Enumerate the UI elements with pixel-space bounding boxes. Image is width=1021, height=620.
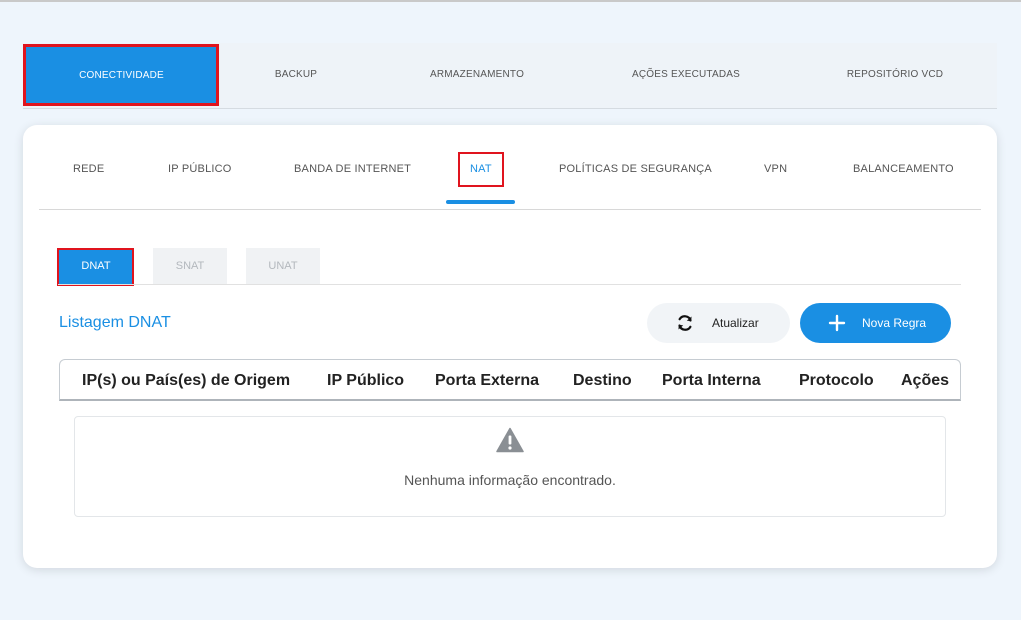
- inner-tab-unat[interactable]: UNAT: [246, 248, 320, 284]
- table-header: IP(s) ou País(es) de Origem IP Público P…: [59, 359, 961, 401]
- inner-tab-divider: [58, 284, 961, 285]
- list-title: Listagem DNAT: [59, 314, 171, 331]
- empty-state: Nenhuma informação encontrado.: [74, 416, 946, 517]
- tab-repositorio-vcd[interactable]: REPOSITÓRIO VCD: [835, 43, 955, 106]
- column-header-protocolo[interactable]: Protocolo: [799, 372, 874, 390]
- subtab-banda-de-internet[interactable]: BANDA DE INTERNET: [294, 163, 411, 175]
- tab-backup[interactable]: BACKUP: [256, 43, 336, 106]
- empty-message: Nenhuma informação encontrado.: [404, 472, 616, 488]
- window-top-border: [0, 0, 1021, 2]
- new-rule-button[interactable]: Nova Regra: [800, 303, 951, 343]
- tab-armazenamento[interactable]: ARMAZENAMENTO: [417, 43, 537, 106]
- subtab-nat[interactable]: NAT: [470, 163, 492, 175]
- subtab-politicas-de-seguranca[interactable]: POLÍTICAS DE SEGURANÇA: [559, 163, 712, 175]
- column-header-ip-publico[interactable]: IP Público: [327, 372, 404, 390]
- column-header-destino[interactable]: Destino: [573, 372, 632, 390]
- subtab-divider: [39, 209, 981, 210]
- refresh-label: Atualizar: [712, 316, 759, 330]
- inner-tab-snat[interactable]: SNAT: [153, 248, 227, 284]
- tab-conectividade[interactable]: CONECTIVIDADE: [26, 46, 217, 104]
- warning-icon: [496, 427, 524, 453]
- subtab-ip-publico[interactable]: IP PÚBLICO: [168, 163, 232, 175]
- inner-tab-dnat[interactable]: DNAT: [59, 248, 133, 284]
- active-subtab-indicator: [446, 200, 515, 204]
- refresh-button[interactable]: Atualizar: [647, 303, 790, 343]
- tab-acoes-executadas[interactable]: AÇÕES EXECUTADAS: [621, 43, 751, 106]
- column-header-origem[interactable]: IP(s) ou País(es) de Origem: [82, 372, 290, 390]
- top-tab-bar: CONECTIVIDADE BACKUP ARMAZENAMENTO AÇÕES…: [23, 43, 997, 109]
- subtab-vpn[interactable]: VPN: [764, 163, 787, 175]
- plus-icon: [828, 314, 846, 332]
- subtab-balanceamento[interactable]: BALANCEAMENTO: [853, 163, 954, 175]
- subtab-rede[interactable]: REDE: [73, 163, 104, 175]
- column-header-porta-interna[interactable]: Porta Interna: [662, 372, 761, 390]
- new-rule-label: Nova Regra: [862, 316, 927, 330]
- refresh-icon: [678, 315, 692, 331]
- column-header-acoes[interactable]: Ações: [901, 372, 949, 390]
- main-card: REDE IP PÚBLICO BANDA DE INTERNET NAT PO…: [23, 125, 997, 568]
- column-header-porta-externa[interactable]: Porta Externa: [435, 372, 539, 390]
